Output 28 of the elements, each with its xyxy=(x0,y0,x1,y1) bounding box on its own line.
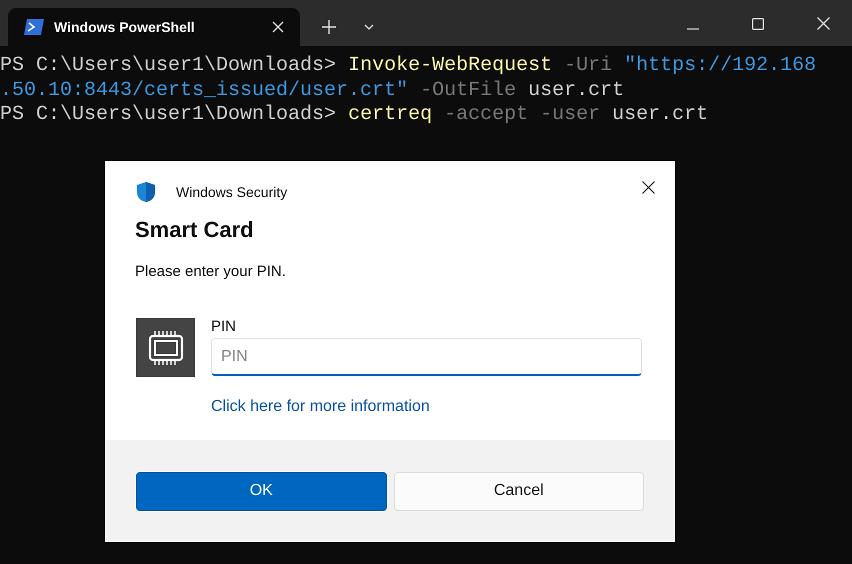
terminal-text: .50.10:8443/certs_issued/user.crt" xyxy=(0,78,408,102)
minimize-icon[interactable] xyxy=(687,28,699,30)
terminal-text: -accept -user xyxy=(443,103,602,126)
terminal-text: PS C:\Users\user1\Downloads> xyxy=(0,54,338,77)
terminal-text: Invoke-WebRequest xyxy=(348,54,552,77)
terminal-text: certreq xyxy=(348,103,432,126)
terminal-tab[interactable]: Windows PowerShell xyxy=(8,8,300,46)
terminal-text: -OutFile xyxy=(419,78,518,102)
ok-button[interactable]: OK xyxy=(136,472,386,510)
smart-card-icon xyxy=(136,318,195,377)
terminal-text: -Uri xyxy=(563,54,614,77)
caret-icon[interactable] xyxy=(364,24,374,30)
terminal-text: PS C:\Users\user1\Downloads> xyxy=(0,103,338,126)
close-icon[interactable] xyxy=(642,180,655,194)
new-tab-icon[interactable] xyxy=(322,20,336,34)
app-name: Windows Security xyxy=(176,184,288,200)
more-info-link[interactable]: Click here for more information xyxy=(211,398,430,416)
terminal-text: user.crt xyxy=(612,103,708,126)
shield-icon xyxy=(136,181,156,203)
maximize-icon[interactable] xyxy=(752,18,764,30)
field-label: PIN xyxy=(211,318,238,335)
dialog-title: Smart Card xyxy=(134,216,255,243)
dialog-message: Please enter your PIN. xyxy=(134,262,287,280)
terminal-text: user.crt xyxy=(528,78,624,102)
terminal-text: "https://192.168 xyxy=(624,54,816,77)
terminal-icon xyxy=(24,19,44,35)
cancel-button[interactable]: Cancel xyxy=(394,472,644,510)
pin-field[interactable]: PIN xyxy=(211,338,642,376)
